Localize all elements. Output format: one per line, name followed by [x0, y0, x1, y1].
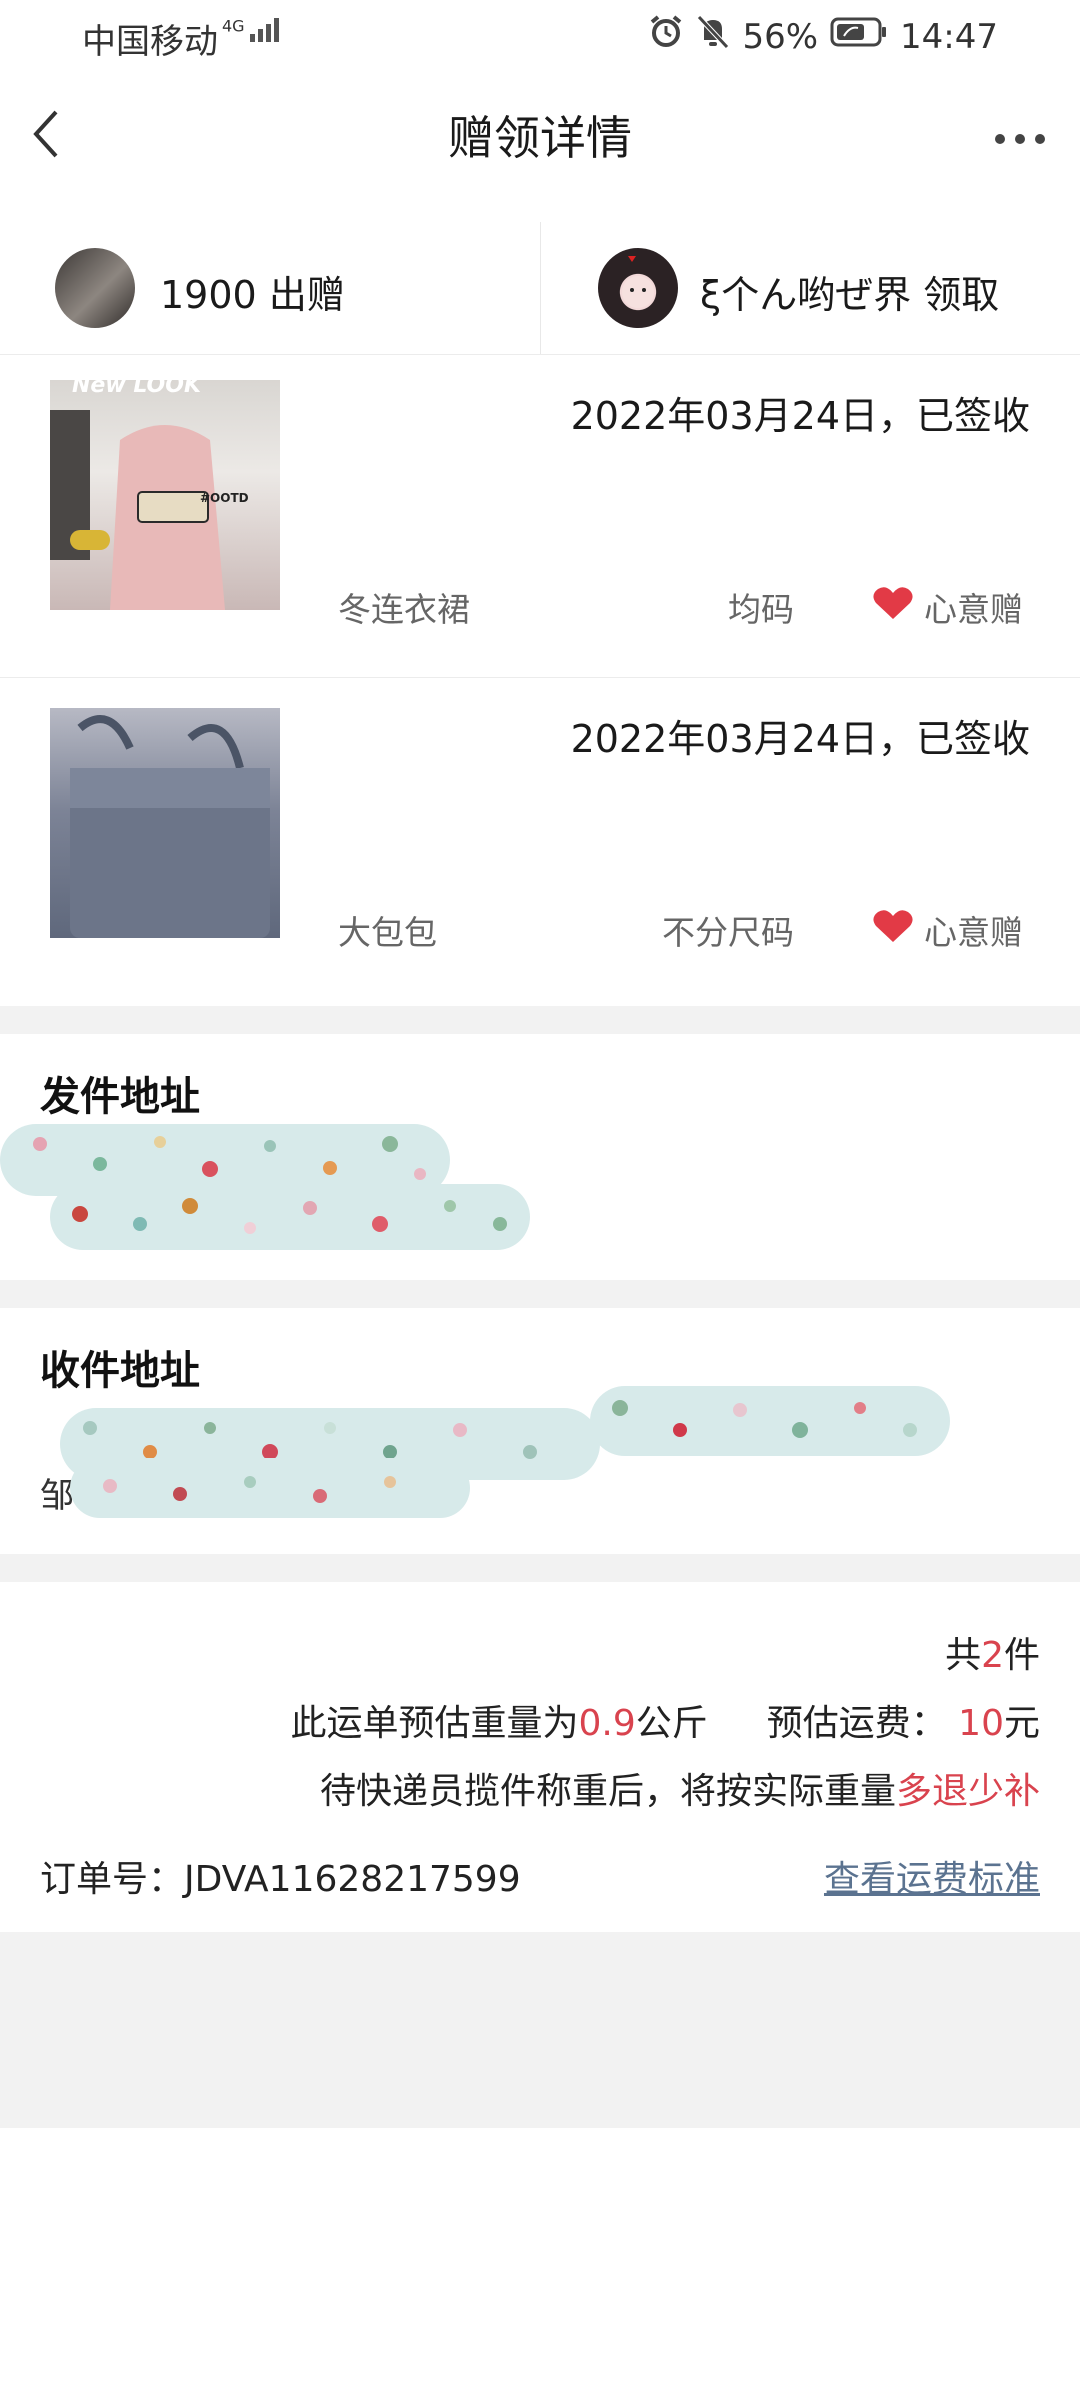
- order-number-value[interactable]: JDVA11628217599: [184, 1859, 521, 1900]
- page-title: 赠领详情: [448, 111, 632, 165]
- giver-avatar[interactable]: [55, 248, 135, 328]
- mute-icon: [696, 14, 730, 59]
- signal-icon: 4G: [222, 16, 286, 42]
- redaction-mark: [50, 1184, 530, 1250]
- receiver-name: ξ个ん哟ぜ界: [700, 273, 912, 317]
- weight-fee-line: 此运单预估重量为0.9公斤 预估运费： 10元: [291, 1694, 1041, 1746]
- giver-action: 出赠: [268, 273, 345, 317]
- fee-value: 10: [958, 1703, 1004, 1744]
- item-count-value: 2: [981, 1635, 1004, 1676]
- item-count: 共2件: [945, 1626, 1040, 1678]
- thumb-badge-text: #OOTD: [200, 491, 249, 505]
- item-size: 不分尺码: [662, 913, 794, 952]
- item-count-prefix: 共: [945, 1635, 982, 1676]
- heart-icon: [872, 585, 914, 625]
- receiver-action: 领取: [923, 273, 1000, 317]
- nav-header: 赠领详情: [0, 72, 1080, 202]
- weight-value: 0.9: [578, 1703, 636, 1744]
- receiver-avatar[interactable]: [598, 248, 678, 328]
- order-number-row: 订单号：JDVA11628217599: [40, 1850, 521, 1902]
- redaction-mark: [70, 1458, 470, 1518]
- sender-address-section: 发件地址 北: [0, 1034, 1080, 1280]
- shipping-fee-standard-link[interactable]: 查看运费标准: [824, 1850, 1040, 1902]
- section-separator: [0, 1280, 1080, 1308]
- giver-name: 1900: [160, 273, 257, 317]
- item-name: 大包包: [338, 913, 437, 952]
- item-tag: 心意赠: [924, 590, 1023, 629]
- redaction-mark: [590, 1386, 950, 1456]
- clock: 14:47: [900, 16, 998, 57]
- weight-label: 此运单预估重量为: [290, 1703, 579, 1744]
- fee-unit: 元: [1003, 1703, 1040, 1744]
- heart-icon: [872, 908, 914, 948]
- alarm-icon: [648, 14, 684, 59]
- status-bar: 中国移动 4G 56% 14:47: [0, 0, 1080, 72]
- party-divider: [540, 222, 541, 354]
- battery-percent: 56%: [742, 16, 819, 57]
- giver-info: 1900 出赠: [160, 264, 345, 319]
- section-separator: [0, 1554, 1080, 1582]
- section-separator: [0, 1006, 1080, 1034]
- item-status: 2022年03月24日，已签收: [570, 394, 1030, 438]
- gift-item[interactable]: New LOOK #OOTD 2022年03月24日，已签收 冬连衣裙 均码 心…: [0, 355, 1080, 678]
- thumb-brand-text: New LOOK: [72, 380, 203, 398]
- item-count-suffix: 件: [1003, 1635, 1040, 1676]
- gift-item[interactable]: 2022年03月24日，已签收 大包包 不分尺码 心意赠: [0, 678, 1080, 1000]
- fee-label: 预估运费：: [766, 1703, 947, 1744]
- battery-icon: [830, 16, 888, 57]
- parties-row: 1900 出赠 ξ个ん哟ぜ界 领取: [0, 222, 1080, 355]
- status-right: 56% 14:47: [648, 14, 998, 59]
- weight-note-highlight: 多退少补: [895, 1771, 1040, 1812]
- item-name: 冬连衣裙: [338, 590, 470, 629]
- more-options-button[interactable]: [990, 124, 1050, 154]
- receiver-info: ξ个ん哟ぜ界 领取: [700, 264, 999, 319]
- receiver-address-visible-text: 邹: [40, 1476, 74, 1516]
- receiver-address-title: 收件地址: [40, 1348, 200, 1394]
- sender-address-title: 发件地址: [40, 1074, 200, 1120]
- item-tag: 心意赠: [924, 913, 1023, 952]
- order-number-label: 订单号：: [40, 1859, 185, 1900]
- bottom-gray-area: [0, 1932, 1080, 2128]
- item-size: 均码: [728, 590, 794, 629]
- weight-note-text: 待快递员揽件称重后，将按实际重量: [319, 1771, 896, 1812]
- network-type: 4G: [222, 16, 245, 36]
- shipping-summary: 共2件 此运单预估重量为0.9公斤 预估运费： 10元 待快递员揽件称重后，将按…: [0, 1582, 1080, 1932]
- weight-unit: 公斤: [635, 1703, 708, 1744]
- item-thumbnail: [50, 708, 280, 938]
- carrier-label: 中国移动: [82, 22, 218, 62]
- item-status: 2022年03月24日，已签收: [570, 717, 1030, 761]
- weight-note: 待快递员揽件称重后，将按实际重量多退少补: [320, 1762, 1040, 1814]
- receiver-address-section: 收件地址 邹: [0, 1308, 1080, 1554]
- item-thumbnail: New LOOK #OOTD: [50, 380, 280, 610]
